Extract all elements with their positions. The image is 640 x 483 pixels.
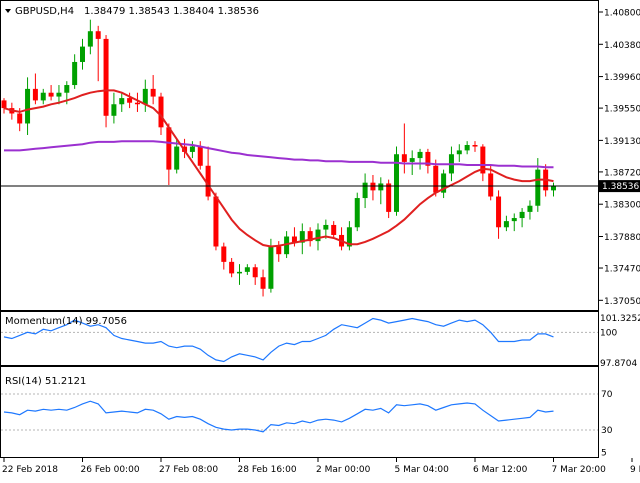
candle-bull [64, 85, 70, 93]
candle-bull [519, 211, 525, 219]
candle-bull [25, 88, 31, 124]
rsi-title: RSI(14) 51.2121 [5, 376, 86, 387]
current-price-label: 1.38536 [602, 182, 639, 192]
candle-bear [331, 224, 337, 235]
time-axis: 22 Feb 2018 26 Feb 00:00 27 Feb 08:00 28 Fe… [2, 458, 640, 475]
candle-bear [1, 100, 7, 109]
candle-bull [535, 169, 541, 206]
candle-bear [260, 277, 266, 289]
price-axis: 1.40800 1.40380 1.39960 1.39550 1.39130 1.387… [599, 8, 640, 307]
candle-bull [119, 98, 125, 105]
candle-bull [174, 146, 180, 170]
time-tick-label: 5 Mar 04:00 [395, 465, 450, 475]
time-tick-label: 28 Feb 16:00 [238, 465, 297, 475]
candle-bull [40, 92, 46, 101]
time-tick-label: 26 Feb 00:00 [81, 465, 140, 475]
candle-bull [268, 246, 274, 289]
candle-bear [197, 146, 203, 166]
candle-bull [362, 182, 368, 199]
momentum-title: Momentum(14) 99.7056 [5, 316, 127, 327]
candle-bull [56, 92, 62, 97]
symbol-label: GBPUSD,H4 [15, 6, 74, 17]
price-tick-label: 1.39130 [604, 137, 640, 147]
candle-bull [456, 150, 462, 155]
candle-bear [221, 246, 227, 262]
candle-bear [229, 261, 235, 274]
momentum-tick-label: 101.3252 [600, 314, 640, 324]
chart-window: 1.40800 1.40380 1.39960 1.39550 1.39130 1.387… [0, 0, 640, 480]
candle-bull [354, 198, 360, 228]
rsi-line [3, 400, 554, 433]
chart-canvas: 1.40800 1.40380 1.39960 1.39550 1.39130 1.387… [0, 0, 640, 475]
candle-bear [95, 31, 101, 39]
candle-bear [103, 38, 109, 116]
candle-bull [378, 183, 384, 191]
rsi-layer: 70 30 5 [1, 390, 613, 459]
time-tick-label: 6 Mar 12:00 [473, 465, 528, 475]
candle-bear [48, 92, 54, 97]
candle-bear [32, 88, 38, 101]
momentum-tick-label: 100 [600, 328, 617, 338]
candle-bear [150, 88, 156, 97]
candle-bull [80, 46, 85, 62]
candle-bull [409, 158, 415, 162]
candle-bear [472, 145, 478, 147]
price-tick-label: 1.37880 [604, 233, 640, 243]
time-tick-label: 27 Feb 08:00 [159, 465, 218, 475]
candles-layer [1, 19, 598, 297]
candle-bear [158, 96, 164, 128]
price-tick-label: 1.37050 [604, 297, 640, 307]
candle-bull [142, 88, 148, 105]
candle-bear [134, 102, 140, 105]
candle-bull [511, 218, 517, 222]
candle-bear [127, 98, 133, 103]
candle-bear [488, 173, 494, 197]
price-tick-label: 1.40380 [604, 41, 640, 51]
ma-slow-line [4, 140, 554, 169]
candle-bull [527, 205, 533, 212]
candle-bull [503, 221, 509, 228]
candle-bull [417, 151, 423, 159]
price-tick-label: 1.39550 [604, 105, 640, 115]
dropdown-triangle-icon[interactable] [5, 9, 11, 13]
candle-bull [237, 271, 242, 274]
price-tick-label: 1.38720 [604, 168, 640, 178]
candle-bull [189, 146, 195, 152]
rsi-tick-label: 30 [601, 426, 613, 436]
candle-bear [17, 113, 23, 124]
candle-bear [386, 183, 392, 212]
rsi-tick-label: 5 [601, 449, 607, 459]
price-tick-label: 1.39960 [604, 73, 640, 83]
candle-bear [166, 127, 172, 170]
candle-bear [276, 246, 282, 255]
price-tick-label: 1.40800 [604, 8, 640, 18]
rsi-tick-label: 70 [601, 390, 613, 400]
candle-bear [496, 196, 502, 228]
momentum-tick-label: 97.8704 [600, 359, 637, 369]
candle-bull [87, 31, 93, 47]
candle-bull [72, 61, 78, 86]
candle-bear [213, 196, 219, 247]
candle-bear [433, 165, 439, 193]
time-tick-label: 22 Feb 2018 [2, 465, 58, 475]
candle-bear [252, 267, 258, 278]
candle-bull [111, 104, 117, 116]
price-tick-label: 1.37470 [604, 265, 640, 275]
candle-bull [464, 145, 470, 151]
candle-bear [401, 154, 407, 162]
candle-bull [244, 267, 250, 272]
ohlc-label: 1.38479 1.38543 1.38404 1.38536 [84, 6, 259, 17]
candle-bull [323, 224, 329, 230]
time-tick-label: 7 Mar 20:00 [552, 465, 607, 475]
candle-bull [315, 229, 321, 242]
time-tick-label: 9 Mar 04:00 [630, 465, 640, 475]
ma-fast-line [3, 89, 554, 248]
price-tick-label: 1.38300 [604, 201, 640, 211]
time-tick-label: 2 Mar 00:00 [316, 465, 371, 475]
rsi-panel-frame [0, 366, 599, 458]
